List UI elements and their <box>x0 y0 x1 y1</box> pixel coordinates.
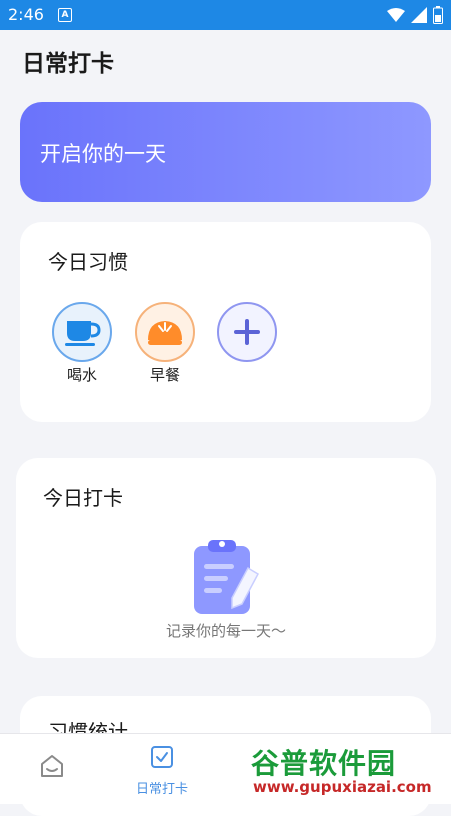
habit-label-breakfast: 早餐 <box>149 366 180 384</box>
clipboard-icon <box>194 540 259 614</box>
add-habit-circle[interactable] <box>217 302 277 362</box>
tab-daily-checkin-label: 日常打卡 <box>136 782 189 797</box>
banner-text: 开启你的一天 <box>40 142 166 166</box>
watermark-brand: 谷普软件园 <box>251 747 397 780</box>
a-notification-icon: A <box>58 8 72 22</box>
habit-breakfast-circle[interactable] <box>135 302 195 362</box>
habit-label-water: 喝水 <box>66 366 97 384</box>
habit-item-water[interactable]: 喝水 <box>50 302 114 385</box>
signal-icon <box>411 7 427 23</box>
checkin-card-title: 今日打卡 <box>43 486 123 510</box>
tab-daily-checkin[interactable]: 日常打卡 <box>136 744 188 797</box>
cup-icon <box>65 321 101 346</box>
bun-icon <box>148 321 182 345</box>
habit-water-circle[interactable] <box>52 302 112 362</box>
watermark: 谷普软件园 www.gupuxiazai.com <box>245 740 445 800</box>
status-bar: 2:46 A <box>0 0 451 30</box>
page-title: 日常打卡 <box>22 51 114 77</box>
status-icons <box>387 6 443 24</box>
wifi-icon <box>387 8 405 22</box>
checkin-card: 今日打卡 记录你的每一天～ <box>16 458 436 658</box>
checkbox-icon <box>151 746 173 768</box>
empty-state-text: 记录你的每一天～ <box>165 622 286 640</box>
habit-item-breakfast[interactable]: 早餐 <box>133 302 197 385</box>
home-icon <box>41 755 63 777</box>
add-habit-button[interactable] <box>215 302 279 362</box>
status-time: 2:46 <box>8 5 44 24</box>
welcome-banner: 开启你的一天 <box>20 102 431 202</box>
watermark-url: www.gupuxiazai.com <box>253 778 432 796</box>
habits-card: 今日习惯 喝水 早餐 <box>20 222 431 422</box>
habits-card-title: 今日习惯 <box>48 250 128 274</box>
tab-home[interactable] <box>38 752 66 784</box>
battery-icon <box>433 6 443 24</box>
plus-icon <box>234 319 260 345</box>
